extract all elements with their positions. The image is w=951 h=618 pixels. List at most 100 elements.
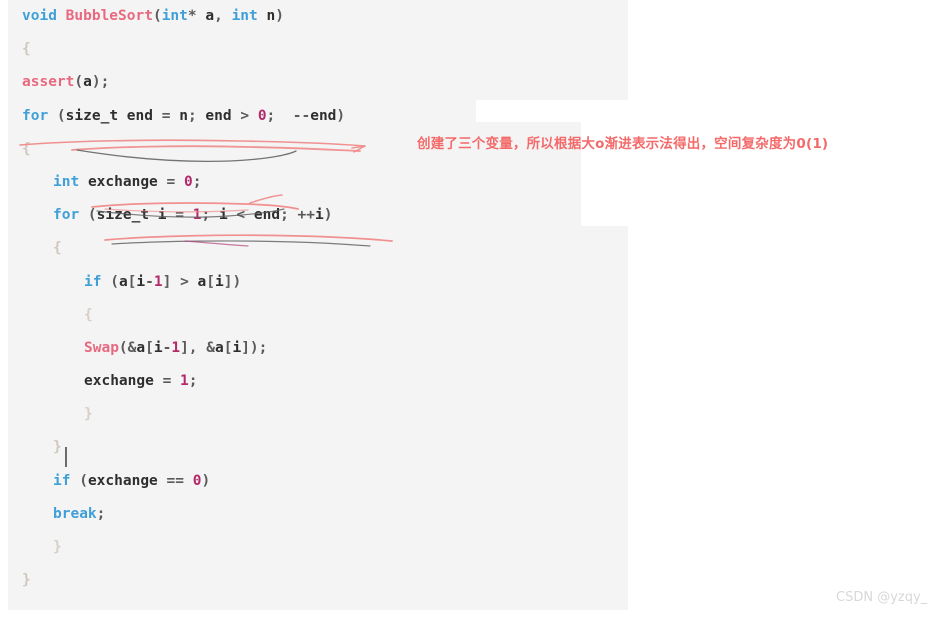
code-token: int	[231, 8, 258, 24]
code-token: end	[253, 207, 281, 224]
code-token: =	[153, 107, 180, 124]
code-token: -	[145, 273, 154, 290]
screenshot-root: void BubbleSort(int* a, int n){assert(a)…	[0, 0, 951, 618]
code-token: i	[153, 339, 163, 356]
code-line[interactable]: if (exchange == 0)	[8, 465, 628, 498]
code-token: *	[187, 8, 197, 24]
code-token: for	[53, 207, 80, 224]
code-token: a	[136, 339, 146, 356]
code-token: ] >	[162, 273, 198, 290]
code-token: >	[231, 107, 258, 124]
code-editor-panel[interactable]: void BubbleSort(int* a, int n){assert(a)…	[8, 0, 636, 610]
code-line[interactable]: for (size_t i = 1; i < end; ++i)	[8, 199, 628, 232]
code-line[interactable]: exchange = 1;	[8, 365, 628, 398]
code-token: ;	[187, 107, 206, 124]
code-token: assert	[22, 74, 75, 91]
code-token: (	[70, 472, 88, 489]
code-token: );	[91, 74, 110, 91]
code-token: ;	[192, 173, 202, 190]
code-token: i	[157, 207, 167, 224]
code-text-area[interactable]: void BubbleSort(int* a, int n){assert(a)…	[8, 0, 628, 610]
code-token: }	[53, 539, 62, 555]
code-token: exchange	[87, 173, 158, 190]
code-token: BubbleSort	[65, 8, 153, 24]
code-token: ;	[201, 207, 219, 224]
code-line[interactable]: assert(a);	[8, 66, 628, 99]
code-token: end	[310, 107, 337, 124]
code-token: --	[292, 107, 311, 124]
chinese-annotation-text: 创建了三个变量，所以根据大o渐进表示法得出，空间复杂度为0(1)	[417, 136, 829, 152]
code-line[interactable]: }	[8, 564, 628, 597]
code-token: <	[227, 207, 254, 224]
code-token: ++	[297, 207, 316, 224]
csdn-watermark: CSDN @yzqy_	[836, 590, 928, 605]
code-token: )	[275, 8, 284, 24]
code-line[interactable]: }	[8, 398, 628, 431]
code-token: size_t	[65, 107, 119, 124]
code-token: 0	[257, 107, 267, 124]
code-line[interactable]: if (a[i-1] > a[i])	[8, 266, 628, 299]
code-token: [	[206, 273, 215, 290]
code-token: ]);	[241, 339, 268, 356]
code-token: ], &	[180, 339, 215, 356]
code-token: [	[145, 339, 154, 356]
code-token: i	[218, 207, 228, 224]
code-token: a	[83, 74, 92, 91]
code-token: ;	[266, 107, 293, 124]
code-token: if	[53, 472, 71, 489]
code-token: void	[22, 8, 57, 24]
panel-notch-lower	[581, 196, 636, 226]
code-token: (	[48, 107, 66, 124]
code-token: if	[84, 273, 102, 290]
code-token: end	[205, 107, 232, 124]
code-token: {	[22, 140, 31, 157]
code-line[interactable]: {	[8, 299, 628, 332]
code-token: (	[79, 207, 97, 224]
code-token: }	[84, 406, 93, 423]
code-token: )	[336, 107, 346, 124]
code-line[interactable]: Swap(&a[i-1], &a[i]);	[8, 332, 628, 365]
code-line[interactable]: }	[8, 431, 628, 464]
text-caret	[65, 447, 67, 467]
code-token: (	[101, 273, 119, 290]
code-token: 1	[171, 339, 181, 356]
code-token: a	[214, 339, 224, 356]
code-token: exchange	[84, 373, 154, 390]
code-token: i	[315, 207, 324, 224]
code-line[interactable]: }	[8, 531, 628, 564]
code-token: n	[179, 107, 188, 124]
code-token: }	[22, 572, 31, 589]
code-line[interactable]: {	[8, 33, 628, 66]
code-token: 0	[183, 173, 193, 190]
code-token: {	[53, 240, 62, 257]
code-token: ;	[96, 505, 106, 522]
code-token: 1	[153, 273, 163, 290]
code-token: exchange	[87, 472, 158, 489]
code-token: i	[215, 273, 224, 290]
code-token: ])	[223, 273, 242, 290]
code-token: (	[74, 74, 84, 91]
code-token: break	[53, 505, 97, 522]
code-token: 1	[180, 373, 189, 390]
code-line[interactable]: break;	[8, 498, 628, 531]
code-token: =	[157, 173, 184, 190]
code-token: ,	[214, 8, 223, 24]
code-token: for	[22, 107, 49, 124]
code-token: end	[126, 107, 153, 124]
code-line[interactable]: {	[8, 232, 628, 265]
code-token: a	[197, 273, 207, 290]
code-token: )	[323, 207, 333, 224]
code-token: n	[266, 8, 276, 24]
code-token: i	[136, 273, 146, 290]
code-token: }	[53, 439, 62, 456]
code-line[interactable]: void BubbleSort(int* a, int n)	[8, 0, 628, 33]
code-token: Swap	[84, 339, 119, 356]
code-line[interactable]: int exchange = 0;	[8, 166, 628, 199]
code-token: ;	[188, 373, 198, 390]
